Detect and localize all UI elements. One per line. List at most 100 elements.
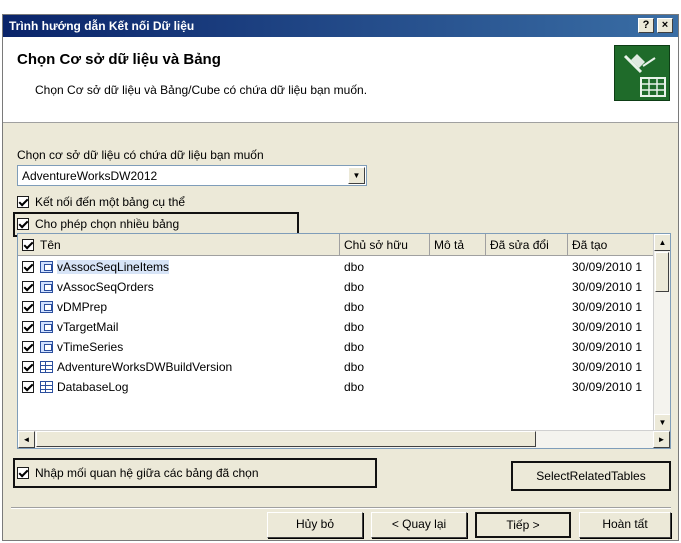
row-name: vTimeSeries [57,340,124,354]
table-icon [40,381,53,393]
row-description [430,277,486,297]
row-checkbox[interactable] [22,301,34,313]
footer-divider [11,507,671,509]
row-created: 30/09/2010 1 [572,380,643,394]
table-row[interactable]: vTargetMail dbo 30/09/2010 1 [18,317,654,337]
checkbox-checked-icon[interactable] [17,196,29,208]
row-name-cell[interactable]: DatabaseLog [18,377,340,397]
row-modified [486,277,568,297]
table-header: Tên Chủ sở hữu Mô tả Đã sửa đổi Đã tạo [18,234,654,256]
row-checkbox[interactable] [22,281,34,293]
import-relationships-checkbox[interactable]: Nhập mối quan hệ giữa các bảng đã chọn [17,466,259,480]
allow-multiple-tables-checkbox[interactable]: Cho phép chọn nhiều bảng [17,217,179,231]
row-description [430,357,486,377]
row-owner: dbo [344,300,365,314]
scroll-up-icon[interactable]: ▲ [654,234,670,251]
row-description [430,257,486,277]
row-description [430,377,486,397]
column-header-created[interactable]: Đã tạo [568,234,654,256]
table-row[interactable]: vTimeSeries dbo 30/09/2010 1 [18,337,654,357]
vertical-scroll-thumb[interactable] [655,252,669,292]
import-relationships-label: Nhập mối quan hệ giữa các bảng đã chọn [35,466,259,480]
help-button[interactable]: ? [638,18,654,33]
row-created: 30/09/2010 1 [572,340,643,354]
wizard-header: Chọn Cơ sở dữ liệu và Bảng Chọn Cơ sở dữ… [3,37,678,123]
scroll-right-icon[interactable]: ► [653,431,670,448]
row-name: DatabaseLog [57,380,129,394]
page-title: Chọn Cơ sở dữ liệu và Bảng [17,51,221,68]
table-row[interactable]: DatabaseLog dbo 30/09/2010 1 [18,377,654,397]
allow-multiple-tables-label: Cho phép chọn nhiều bảng [35,217,180,231]
column-header-modified[interactable]: Đã sửa đổi [486,234,568,256]
next-button[interactable]: Tiếp > [475,512,571,538]
view-icon [40,301,53,313]
row-checkbox[interactable] [22,381,34,393]
row-modified [486,297,568,317]
row-checkbox[interactable] [22,261,34,273]
window-title: Trình hướng dẫn Kết nối Dữ liệu [9,19,195,33]
row-checkbox[interactable] [22,361,34,373]
close-button[interactable]: × [657,18,673,33]
finish-button[interactable]: Hoàn tất [579,512,671,538]
scroll-down-icon[interactable]: ▼ [654,414,670,431]
row-description [430,297,486,317]
data-connection-wizard-window: Trình hướng dẫn Kết nối Dữ liệu ? × Chọn… [2,14,679,541]
row-checkbox[interactable] [22,341,34,353]
select-all-checkbox[interactable] [22,239,34,251]
table-icon [40,361,53,373]
row-modified [486,337,568,357]
select-related-tables-button[interactable]: SelectRelatedTables [511,461,671,491]
database-label: Chọn cơ sở dữ liệu có chứa dữ liệu bạn m… [17,148,264,162]
view-icon [40,341,53,353]
row-owner: dbo [344,260,365,274]
view-icon [40,281,53,293]
row-name: AdventureWorksDWBuildVersion [57,360,233,374]
row-modified [486,357,568,377]
column-header-description[interactable]: Mô tả [430,234,486,256]
view-icon [40,261,53,273]
table-row[interactable]: vAssocSeqLineItems dbo 30/09/2010 1 [18,257,654,277]
row-modified [486,257,568,277]
chevron-down-icon[interactable]: ▼ [348,167,365,184]
table-row[interactable]: vDMPrep dbo 30/09/2010 1 [18,297,654,317]
checkbox-checked-icon[interactable] [17,218,29,230]
row-name-cell[interactable]: vTimeSeries [18,337,340,357]
row-checkbox[interactable] [22,321,34,333]
row-name-cell[interactable]: AdventureWorksDWBuildVersion [18,357,340,377]
row-created: 30/09/2010 1 [572,320,643,334]
database-select[interactable]: AdventureWorksDW2012 ▼ [17,165,367,186]
row-created: 30/09/2010 1 [572,260,643,274]
view-icon [40,321,53,333]
row-name: vDMPrep [57,300,108,314]
row-modified [486,377,568,397]
checkbox-checked-icon[interactable] [17,467,29,479]
database-selected-value: AdventureWorksDW2012 [22,169,158,183]
horizontal-scroll-thumb[interactable] [36,431,536,447]
row-owner: dbo [344,320,365,334]
row-name-cell[interactable]: vAssocSeqOrders [18,277,340,297]
row-name: vAssocSeqLineItems [57,260,170,274]
back-button[interactable]: < Quay lại [371,512,467,538]
horizontal-scrollbar[interactable]: ◄ ► [18,430,670,448]
row-name-cell[interactable]: vDMPrep [18,297,340,317]
database-plug-icon [614,45,670,101]
row-description [430,337,486,357]
row-created: 30/09/2010 1 [572,300,643,314]
row-description [430,317,486,337]
cancel-button[interactable]: Hủy bỏ [267,512,363,538]
column-header-owner[interactable]: Chủ sở hữu [340,234,430,256]
vertical-scrollbar[interactable]: ▲ ▼ [653,234,670,431]
title-bar: Trình hướng dẫn Kết nối Dữ liệu ? × [3,15,678,37]
row-owner: dbo [344,340,365,354]
connect-specific-table-checkbox[interactable]: Kết nối đến một bảng cụ thể [17,195,185,209]
row-name-cell[interactable]: vAssocSeqLineItems [18,257,340,277]
row-name-cell[interactable]: vTargetMail [18,317,340,337]
table-row[interactable]: vAssocSeqOrders dbo 30/09/2010 1 [18,277,654,297]
connect-specific-table-label: Kết nối đến một bảng cụ thể [35,195,186,209]
column-header-name[interactable]: Tên [18,234,340,256]
page-subtitle: Chọn Cơ sở dữ liệu và Bảng/Cube có chứa … [35,83,368,97]
row-created: 30/09/2010 1 [572,360,643,374]
scroll-left-icon[interactable]: ◄ [18,431,35,448]
table-row[interactable]: AdventureWorksDWBuildVersion dbo 30/09/201… [18,357,654,377]
row-owner: dbo [344,380,365,394]
